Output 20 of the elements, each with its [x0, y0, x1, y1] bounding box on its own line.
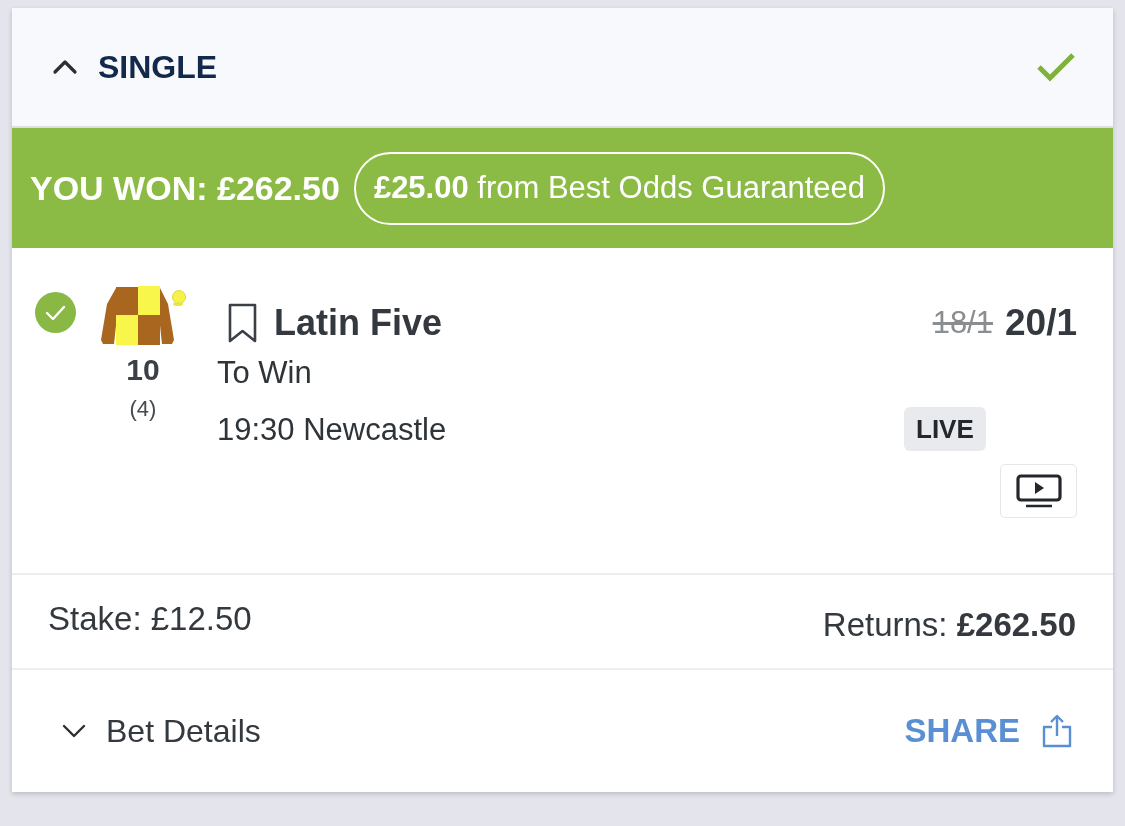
winnings-text: YOU WON: £262.50 [30, 168, 340, 208]
stake-text: Stake: £12.50 [48, 599, 252, 638]
live-badge: LIVE [904, 407, 986, 451]
market-text: To Win [217, 355, 312, 391]
bet-details-toggle[interactable]: Bet Details [62, 712, 261, 750]
runner-name: Latin Five [274, 302, 443, 344]
previous-odds: 18/1 [932, 305, 993, 341]
stall-number: (4) [129, 396, 157, 422]
bonus-tag: £25.00 from Best Odds Guaranteed [353, 151, 886, 225]
share-icon [1042, 714, 1072, 748]
returns-text: Returns: £262.50 [822, 605, 1076, 644]
odds-text: 20/1 [1005, 302, 1077, 344]
bookmark-icon[interactable] [227, 303, 258, 343]
jersey-icon [100, 284, 186, 346]
tv-play-icon [1015, 474, 1062, 508]
runner-number: 10 [126, 354, 160, 386]
event-text: 19:30 Newcastle [217, 412, 447, 448]
chevron-icon[interactable] [52, 59, 78, 75]
watch-button[interactable] [1000, 464, 1077, 518]
bet-type-title: SINGLE [98, 48, 218, 86]
